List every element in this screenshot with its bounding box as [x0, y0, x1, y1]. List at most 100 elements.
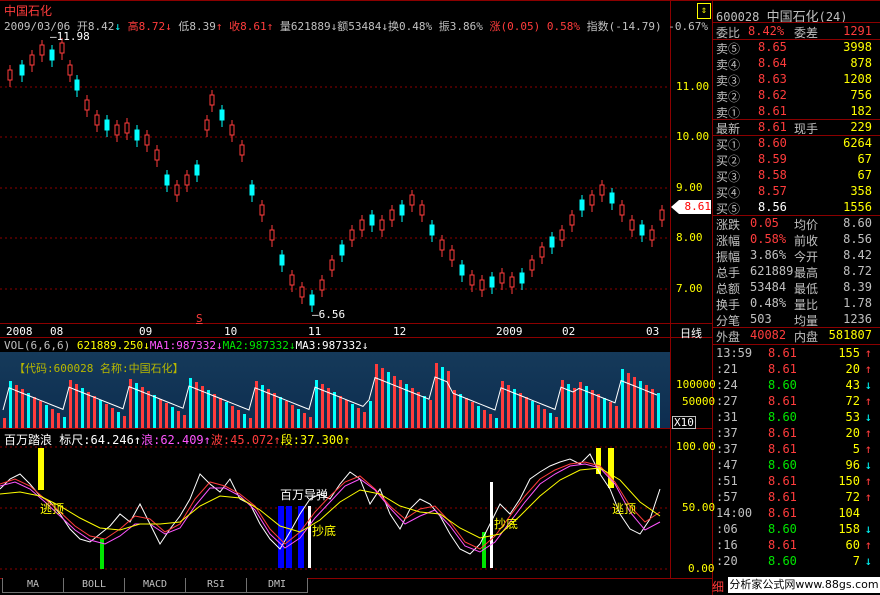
stat-label: 总额 — [716, 282, 741, 296]
stats-row: 换手 0.48% 量比 1.78 — [716, 296, 874, 312]
volume-bar — [447, 371, 450, 428]
candle-body — [289, 274, 295, 286]
tick-row[interactable]: 14:00 8.61 104 — [716, 506, 874, 522]
volume-bar — [591, 390, 594, 428]
tick-direction: ↑ — [864, 490, 872, 504]
volume-bar — [123, 416, 126, 428]
tick-row[interactable]: :37 8.61 5 ↑ — [716, 442, 874, 458]
ask-vol: 182 — [850, 104, 872, 118]
tick-price: 8.61 — [768, 394, 797, 408]
tick-row[interactable]: :37 8.61 20 ↑ — [716, 426, 874, 442]
ask-row[interactable]: 卖① 8.61 182 — [716, 104, 874, 120]
tick-row[interactable]: :51 8.61 150 ↑ — [716, 474, 874, 490]
candle-body — [114, 124, 120, 136]
volume-chart[interactable] — [0, 352, 670, 428]
volume-bar — [627, 373, 630, 428]
volume-axis-label: 100000 — [676, 378, 716, 391]
candle-body — [579, 199, 585, 211]
bid-label: 买① — [716, 138, 741, 152]
tick-row[interactable]: :24 8.60 43 ↓ — [716, 378, 874, 394]
volume-header: VOL(6,6,6) 621889.250↓MA1:987332↓MA2:987… — [4, 339, 369, 352]
tick-price: 8.61 — [768, 506, 797, 520]
signal-bar-white — [490, 482, 493, 568]
pin-icon[interactable]: ⇕ — [697, 3, 711, 19]
ask-price: 8.65 — [758, 40, 787, 54]
bid-row[interactable]: 买⑤ 8.56 1556 — [716, 200, 874, 216]
tick-row[interactable]: :21 8.61 20 ↑ — [716, 362, 874, 378]
detail-label[interactable]: 细 — [712, 578, 724, 595]
ask-label: 卖④ — [716, 58, 741, 72]
vol-value: 621889.250 — [76, 339, 144, 352]
candle-body — [609, 192, 615, 204]
signal-label-sell: 逃顶 — [40, 502, 65, 516]
tick-time: 14:00 — [716, 506, 753, 520]
ask-row[interactable]: 卖③ 8.63 1208 — [716, 72, 874, 88]
candle-body — [67, 64, 73, 76]
tick-row[interactable]: :06 8.60 158 ↓ — [716, 522, 874, 538]
signal-bar-white — [308, 506, 311, 568]
candle-body — [549, 236, 555, 248]
candle-body — [519, 272, 525, 284]
volume-bar — [189, 378, 192, 428]
volume-bar — [111, 408, 114, 428]
tick-volume: 20 — [845, 426, 860, 440]
tick-direction: ↑ — [864, 394, 872, 408]
period-label[interactable]: 日线 — [680, 325, 702, 341]
volume-bar — [333, 392, 336, 428]
inner-label: 内盘 — [794, 330, 819, 344]
stat-value: 1.78 — [843, 296, 872, 310]
date-label: 12 — [393, 325, 407, 338]
volume-bar — [147, 391, 150, 428]
tick-direction: ↓ — [864, 378, 872, 392]
tab-rsi[interactable]: RSI — [185, 578, 247, 593]
tab-dmi[interactable]: DMI — [246, 578, 308, 593]
volume-bar — [81, 388, 84, 428]
tick-volume: 53 — [845, 410, 860, 424]
panel-divider — [713, 22, 880, 23]
tick-time: :37 — [716, 442, 738, 456]
volume-bar — [351, 404, 354, 428]
max-annotation: —11.98 — [50, 30, 90, 43]
ask-price: 8.63 — [758, 72, 787, 86]
volume-bar — [105, 404, 108, 428]
tick-volume: 20 — [845, 362, 860, 376]
tick-price: 8.61 — [768, 426, 797, 440]
tick-time: :16 — [716, 538, 738, 552]
ask-row[interactable]: 卖② 8.62 756 — [716, 88, 874, 104]
candle-body — [529, 259, 535, 271]
ask-row[interactable]: 卖⑤ 8.65 3998 — [716, 40, 874, 56]
tick-row[interactable]: :47 8.60 96 ↓ — [716, 458, 874, 474]
volume-bar — [423, 396, 426, 428]
bid-row[interactable]: 买③ 8.58 67 — [716, 168, 874, 184]
volume-bar — [237, 410, 240, 428]
tab-boll[interactable]: BOLL — [63, 578, 125, 593]
indicator-chart[interactable] — [0, 444, 670, 578]
order-ratio-row: 委比 8.42% 委差 1291 — [716, 24, 874, 40]
volume-bar — [381, 368, 384, 428]
ask-row[interactable]: 卖④ 8.64 878 — [716, 56, 874, 72]
volume-bar — [555, 417, 558, 428]
price-chart[interactable] — [0, 30, 670, 322]
bid-row[interactable]: 买② 8.59 67 — [716, 152, 874, 168]
tick-row[interactable]: 13:59 8.61 155 ↑ — [716, 346, 874, 362]
bid-row[interactable]: 买① 8.60 6264 — [716, 136, 874, 152]
candle-body — [204, 119, 210, 131]
tab-ma[interactable]: MA — [2, 578, 64, 593]
volume-bar — [297, 409, 300, 428]
stat-value: 0.48% — [750, 296, 787, 310]
tick-volume: 5 — [852, 442, 860, 456]
tab-macd[interactable]: MACD — [124, 578, 186, 593]
current-price-tag: 8.61 — [671, 200, 711, 214]
candle-body — [84, 99, 90, 111]
tick-row[interactable]: :16 8.61 60 ↑ — [716, 538, 874, 554]
stat-label: 涨跌 — [716, 218, 741, 232]
tick-row[interactable]: :20 8.60 7 ↓ — [716, 554, 874, 570]
volume-bar — [291, 405, 294, 428]
price-axis-label: 7.00 — [676, 282, 703, 295]
bid-row[interactable]: 买④ 8.57 358 — [716, 184, 874, 200]
volume-bar — [267, 389, 270, 428]
tick-row[interactable]: :27 8.61 72 ↑ — [716, 394, 874, 410]
tick-row[interactable]: :31 8.60 53 ↓ — [716, 410, 874, 426]
tick-row[interactable]: :57 8.61 72 ↑ — [716, 490, 874, 506]
volume-bar — [141, 387, 144, 428]
